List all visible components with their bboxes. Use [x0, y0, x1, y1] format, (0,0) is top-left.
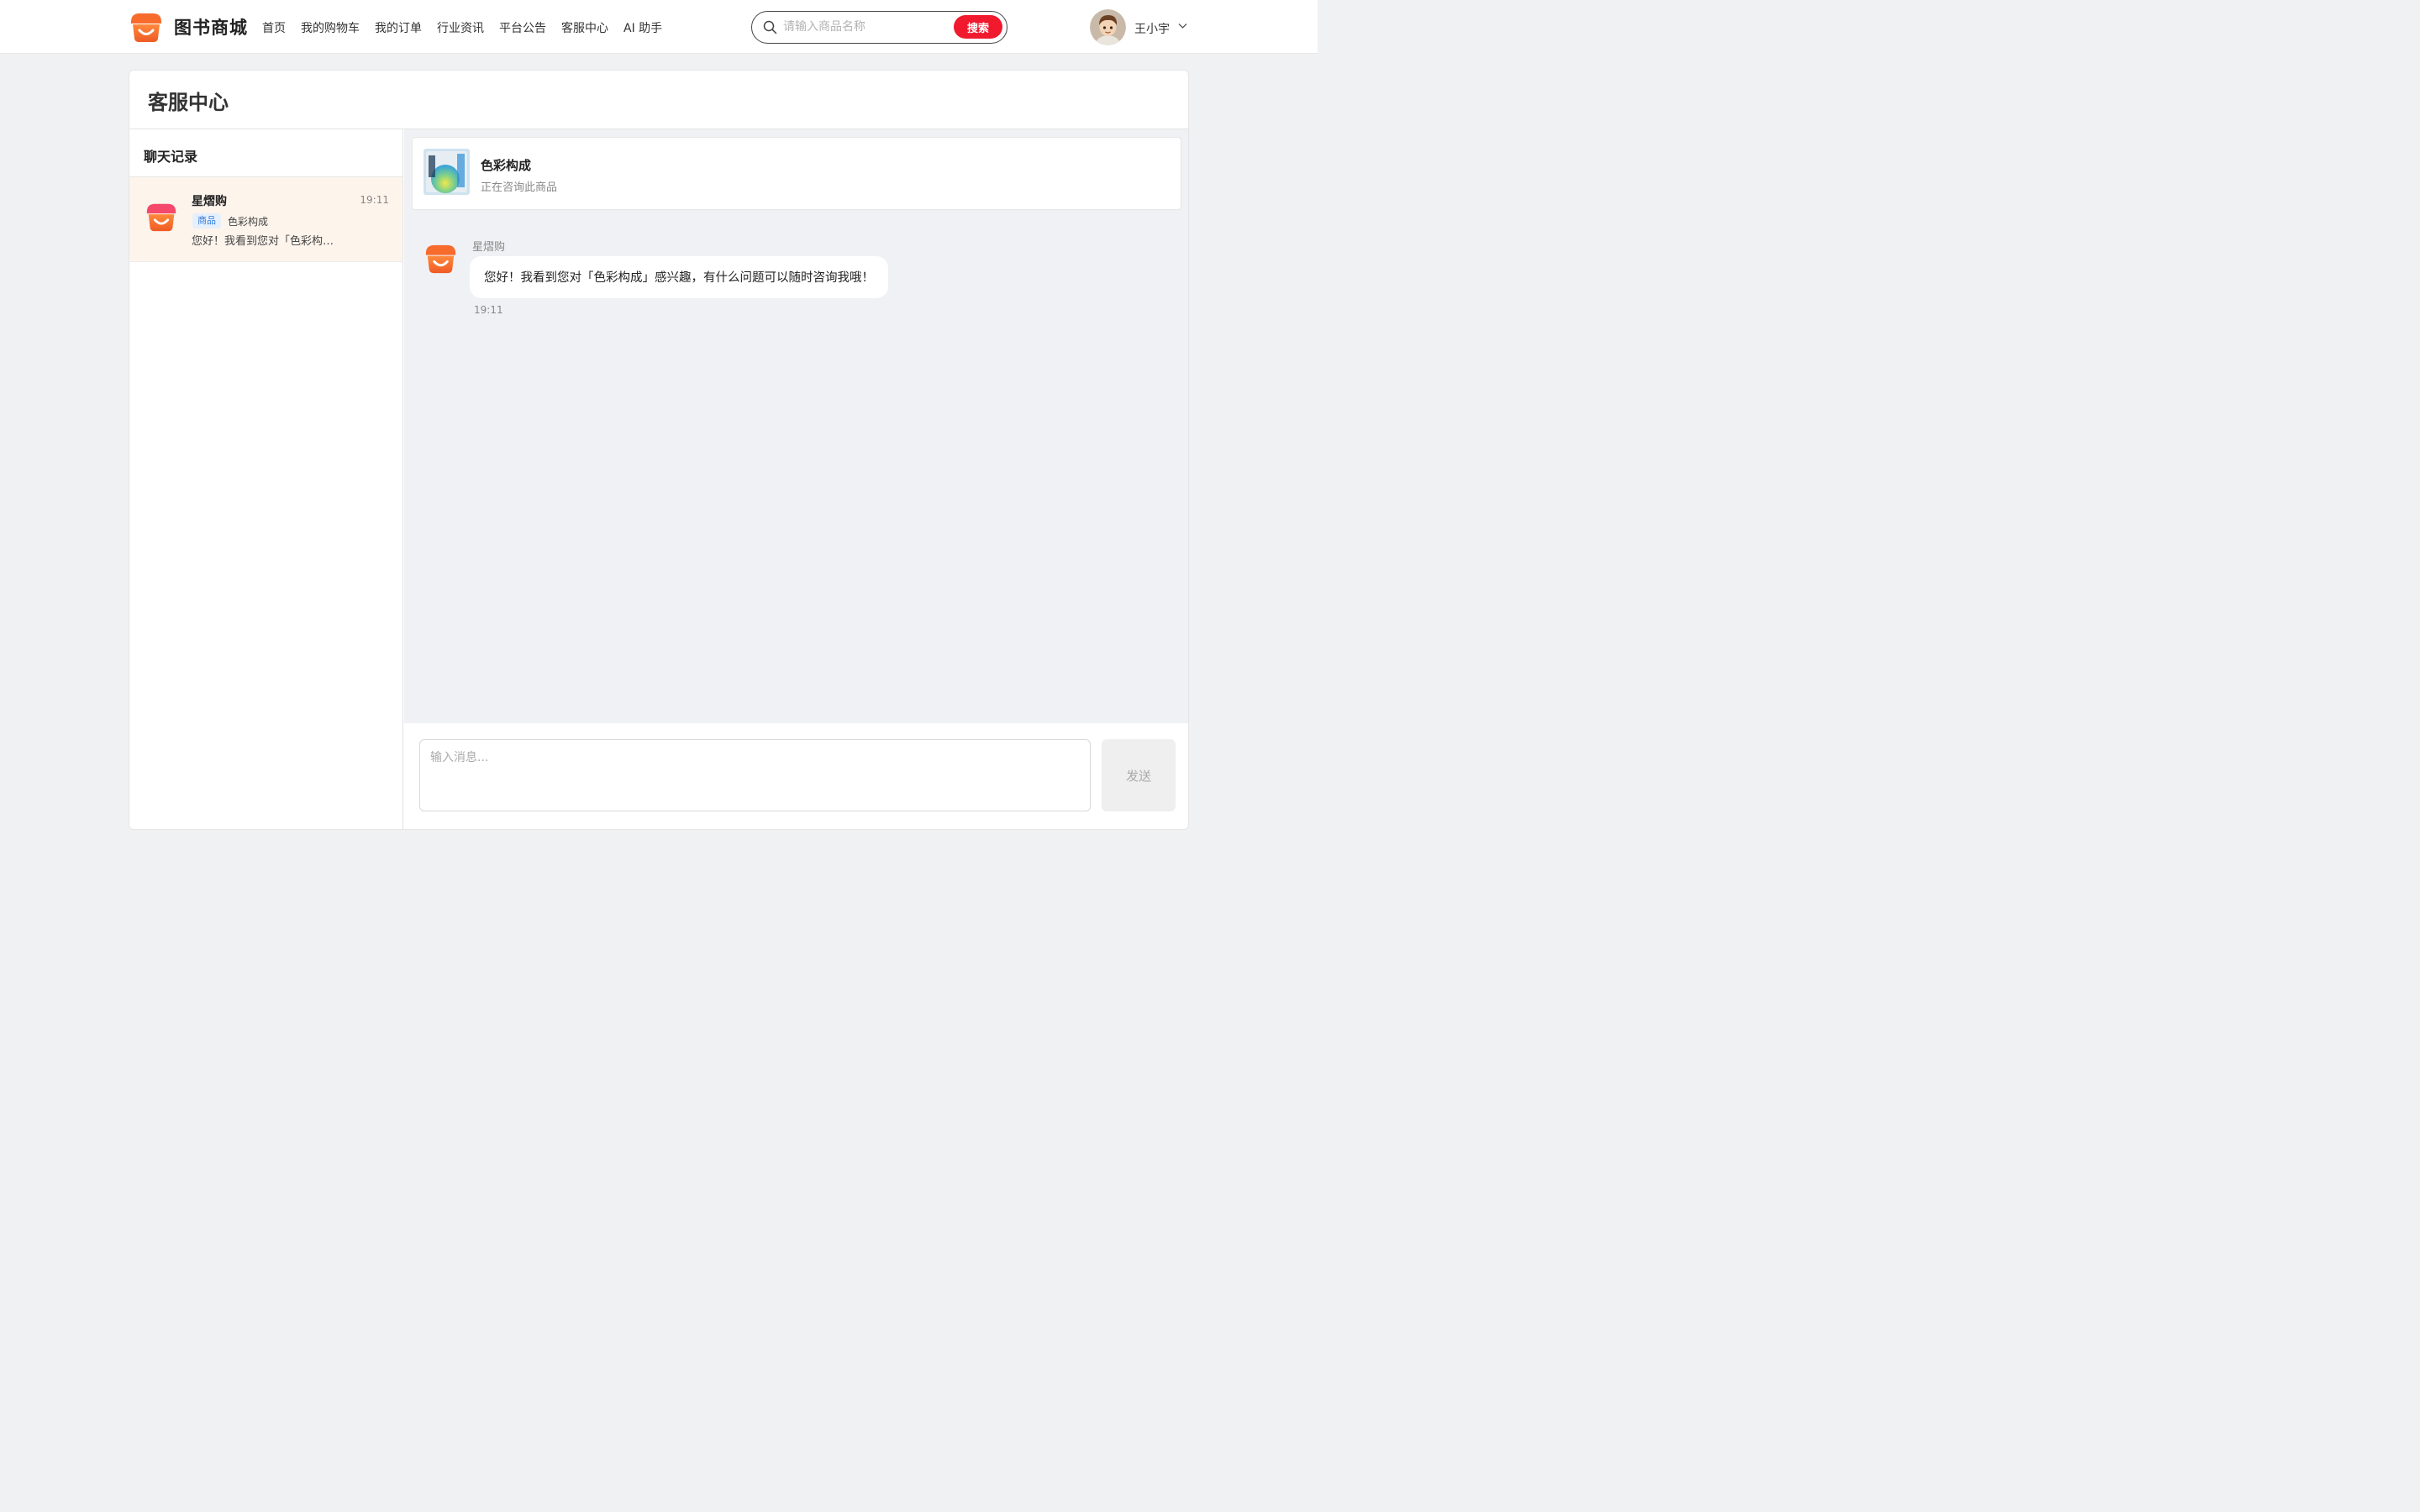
conversation-preview: 您好！我看到您对「色彩构… — [192, 235, 334, 248]
search-icon — [763, 20, 777, 34]
conversation-item[interactable]: 星熠购 19:11 商品 色彩构成 您好！我看到您对「色彩构… — [129, 177, 402, 262]
top-navigation-bar: 图书商城 首页 我的购物车 我的订单 行业资讯 平台公告 客服中心 AI 助手 … — [0, 0, 1318, 54]
product-subtitle: 正在咨询此商品 — [481, 181, 558, 194]
shop-avatar-icon — [146, 203, 176, 232]
chat-window: 色彩构成 正在咨询此商品 星熠购 您好！我看到您对「色彩构成」感兴趣，有什么问题… — [404, 129, 1188, 829]
conversation-time: 19:11 — [360, 194, 389, 206]
shop-logo-icon[interactable] — [128, 10, 165, 44]
product-tag-badge: 商品 — [192, 213, 221, 228]
search-button[interactable]: 搜索 — [954, 15, 1002, 39]
nav-item-news[interactable]: 行业资讯 — [437, 19, 484, 36]
search-input[interactable] — [783, 18, 943, 36]
shop-avatar-icon — [425, 244, 456, 274]
nav-item-ai-assistant[interactable]: AI 助手 — [623, 19, 662, 36]
page-title: 客服中心 — [148, 91, 229, 114]
message-sender: 星熠购 — [472, 241, 506, 254]
send-button[interactable]: 发送 — [1102, 739, 1176, 811]
conversation-product: 色彩构成 — [228, 216, 269, 228]
sidebar-title: 聊天记录 — [129, 129, 402, 177]
user-avatar[interactable] — [1090, 9, 1126, 45]
book-cover-thumbnail — [424, 149, 470, 195]
message-composer: 发送 — [404, 723, 1188, 829]
nav-item-announcements[interactable]: 平台公告 — [499, 19, 546, 36]
nav-item-orders[interactable]: 我的订单 — [375, 19, 422, 36]
main-nav: 首页 我的购物车 我的订单 行业资讯 平台公告 客服中心 AI 助手 — [262, 19, 662, 36]
user-name[interactable]: 王小宇 — [1134, 20, 1170, 37]
product-card[interactable]: 色彩构成 正在咨询此商品 — [412, 137, 1181, 210]
nav-item-home[interactable]: 首页 — [262, 19, 286, 36]
customer-service-panel: 客服中心 聊天记录 星熠购 19:11 商品 色彩构成 您好！我看到您对「色彩构… — [129, 70, 1189, 830]
message-input[interactable] — [419, 739, 1091, 811]
chevron-down-icon[interactable] — [1178, 23, 1187, 29]
nav-item-cart[interactable]: 我的购物车 — [301, 19, 360, 36]
message-time: 19:11 — [474, 304, 503, 316]
product-name: 色彩构成 — [481, 158, 532, 173]
message-bubble: 您好！我看到您对「色彩构成」感兴趣，有什么问题可以随时咨询我哦！ — [470, 256, 888, 298]
nav-item-customer-service[interactable]: 客服中心 — [561, 19, 608, 36]
search-bar: 搜索 — [751, 11, 1007, 44]
conversation-name: 星熠购 — [192, 195, 227, 208]
brand-name[interactable]: 图书商城 — [174, 14, 248, 39]
chat-history-sidebar: 聊天记录 星熠购 19:11 商品 色彩构成 您好！我看到您对「色彩构… — [129, 129, 403, 829]
